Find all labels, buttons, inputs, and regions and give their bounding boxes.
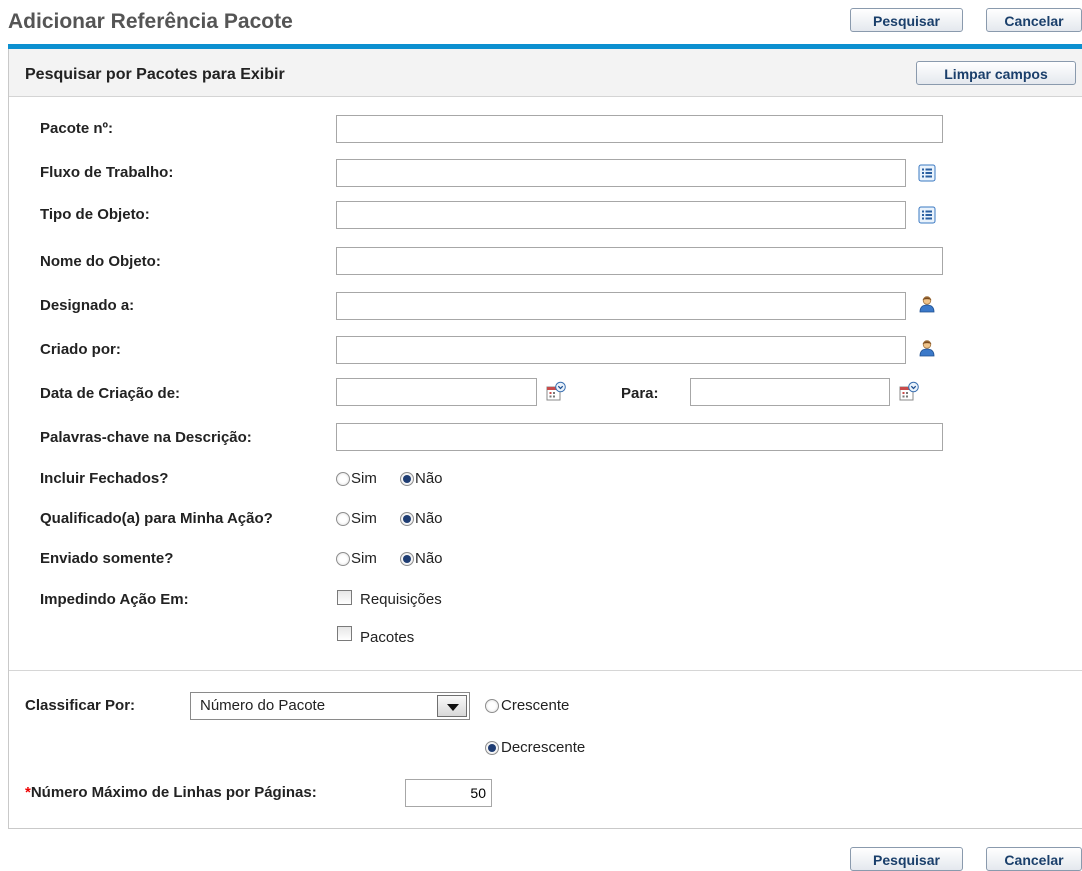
object-name-label: Nome do Objeto: (40, 253, 161, 270)
search-button-bottom[interactable]: Pesquisar (850, 847, 963, 871)
workflow-input[interactable] (336, 159, 906, 187)
blocking-packages-label[interactable]: Pacotes (360, 629, 414, 646)
created-to-input[interactable] (690, 378, 890, 406)
calendar-icon[interactable] (545, 381, 567, 403)
qualified-no-label[interactable]: Não (415, 510, 443, 527)
list-icon[interactable] (918, 164, 936, 182)
created-from-input[interactable] (336, 378, 537, 406)
blocking-requests-checkbox[interactable] (337, 590, 352, 605)
sent-only-yes-radio[interactable] (336, 552, 350, 566)
blocking-packages-checkbox[interactable] (337, 626, 352, 641)
list-icon[interactable] (918, 206, 936, 224)
qualified-yes-radio[interactable] (336, 512, 350, 526)
cancel-button-top[interactable]: Cancelar (986, 8, 1082, 32)
sort-by-label: Classificar Por: (25, 697, 136, 714)
sort-descending-radio[interactable] (485, 741, 499, 755)
sent-only-label: Enviado somente? (40, 550, 174, 567)
calendar-icon[interactable] (898, 381, 920, 403)
max-rows-label: *Número Máximo de Linhas por Páginas: (25, 784, 317, 801)
include-closed-label: Incluir Fechados? (40, 470, 169, 487)
package-number-label: Pacote nº: (40, 120, 113, 137)
sent-only-no-label[interactable]: Não (415, 550, 443, 567)
qualified-no-radio[interactable] (400, 512, 414, 526)
object-name-input[interactable] (336, 247, 943, 275)
workflow-label: Fluxo de Trabalho: (40, 164, 174, 181)
qualified-yes-label[interactable]: Sim (351, 510, 377, 527)
panel-title: Pesquisar por Pacotes para Exibir (25, 66, 285, 83)
qualified-label: Qualificado(a) para Minha Ação? (40, 510, 273, 527)
include-closed-yes-radio[interactable] (336, 472, 350, 486)
page-title: Adicionar Referência Pacote (8, 10, 293, 33)
sort-ascending-radio[interactable] (485, 699, 499, 713)
search-button-top[interactable]: Pesquisar (850, 8, 963, 32)
object-type-input[interactable] (336, 201, 906, 229)
sort-by-selected-value[interactable]: Número do Pacote (200, 697, 325, 714)
package-number-input[interactable] (336, 115, 943, 143)
max-rows-label-text: Número Máximo de Linhas por Páginas: (30, 784, 317, 801)
user-icon[interactable] (918, 295, 936, 313)
keywords-input[interactable] (336, 423, 943, 451)
include-closed-no-radio[interactable] (400, 472, 414, 486)
sent-only-yes-label[interactable]: Sim (351, 550, 377, 567)
section-divider (9, 670, 1082, 671)
object-type-label: Tipo de Objeto: (40, 206, 150, 223)
sort-ascending-label[interactable]: Crescente (501, 697, 569, 714)
created-by-label: Criado por: (40, 341, 121, 358)
cancel-button-bottom[interactable]: Cancelar (986, 847, 1082, 871)
max-rows-input[interactable] (405, 779, 492, 807)
sent-only-no-radio[interactable] (400, 552, 414, 566)
include-closed-yes-label[interactable]: Sim (351, 470, 377, 487)
created-from-label: Data de Criação de: (40, 385, 181, 402)
include-closed-no-label[interactable]: Não (415, 470, 443, 487)
created-to-label: Para: (621, 385, 659, 402)
clear-fields-button[interactable]: Limpar campos (916, 61, 1076, 85)
chevron-down-icon[interactable] (437, 695, 467, 717)
keywords-label: Palavras-chave na Descrição: (40, 429, 252, 446)
blocking-label: Impedindo Ação Em: (40, 591, 189, 608)
blocking-requests-label[interactable]: Requisições (360, 591, 442, 608)
created-by-input[interactable] (336, 336, 906, 364)
assigned-to-label: Designado a: (40, 297, 135, 314)
sort-descending-label[interactable]: Decrescente (501, 739, 585, 756)
user-icon[interactable] (918, 339, 936, 357)
assigned-to-input[interactable] (336, 292, 906, 320)
